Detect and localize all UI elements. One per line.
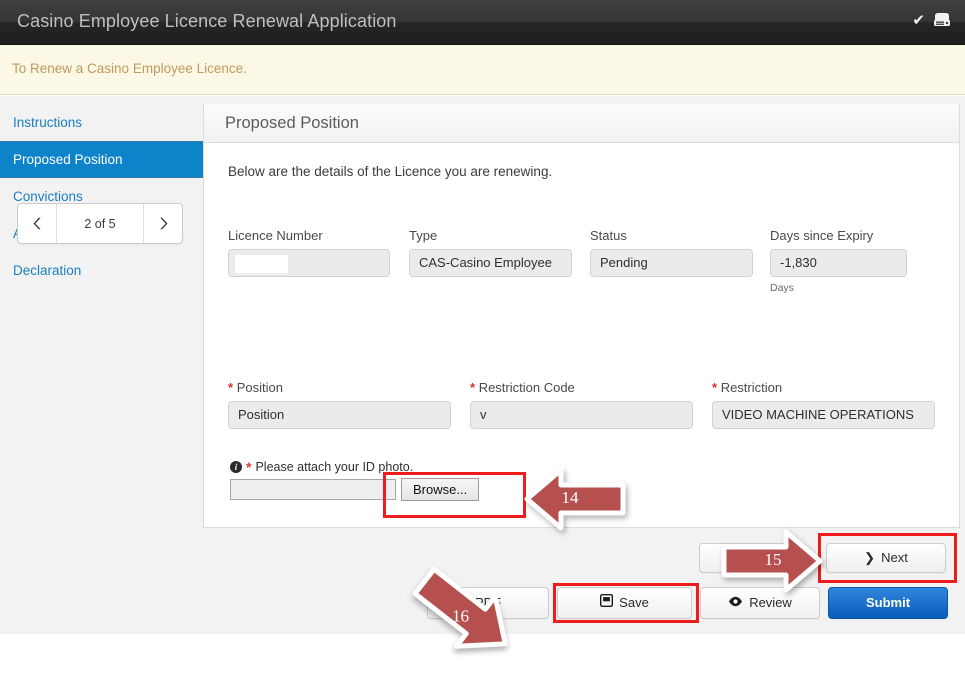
annotation-number-16: 16 (452, 606, 470, 626)
position-input[interactable]: Position (228, 401, 451, 429)
field-label-text: Restriction (720, 380, 783, 395)
field-help-text: Days (770, 282, 794, 294)
info-icon[interactable]: i (230, 461, 242, 473)
field-label-text: Position (236, 380, 283, 395)
field-restriction-code: * Restriction Code v (470, 380, 693, 429)
field-type: Type CAS-Casino Employee (409, 228, 572, 277)
required-marker: * (246, 459, 252, 475)
stepper-label: 2 of 5 (84, 216, 116, 231)
page-stepper: 2 of 5 (17, 203, 183, 244)
app-header: Casino Employee Licence Renewal Applicat… (0, 0, 965, 45)
field-label-text: Restriction Code (478, 380, 575, 395)
highlight-box-save (553, 583, 699, 623)
chevron-left-icon (33, 217, 41, 230)
required-marker: * (712, 380, 718, 395)
required-marker: * (470, 380, 476, 395)
sidebar-item-label: Proposed Position (13, 152, 123, 167)
restriction-code-input[interactable]: v (470, 401, 693, 429)
info-banner: To Renew a Casino Employee Licence. (0, 45, 965, 95)
sidebar-item-declaration[interactable]: Declaration (0, 252, 203, 289)
panel-title: Proposed Position (225, 114, 359, 132)
type-input[interactable]: CAS-Casino Employee (409, 249, 572, 277)
field-label: Licence Number (228, 228, 323, 243)
annotation-number-14: 14 (561, 488, 579, 507)
annotation-arrow-15: 15 (718, 528, 826, 594)
field-label: Type (409, 228, 438, 243)
restriction-input[interactable]: VIDEO MACHINE OPERATIONS (712, 401, 935, 429)
app-title: Casino Employee Licence Renewal Applicat… (17, 11, 397, 31)
licence-number-input[interactable] (228, 249, 390, 277)
field-status: Status Pending (590, 228, 753, 277)
sidebar-item-label: Instructions (13, 115, 83, 130)
check-icon[interactable]: ✔ (912, 13, 925, 28)
field-label: Days since Expiry (770, 228, 874, 243)
panel-header: Proposed Position (204, 104, 959, 143)
sidebar-item-label: Declaration (13, 263, 82, 278)
status-input[interactable]: Pending (590, 249, 753, 277)
sidebar-nav: Instructions Proposed Position Convictio… (0, 104, 203, 289)
sidebar-item-label: Convictions (13, 189, 83, 204)
stepper-prev-button[interactable] (18, 204, 57, 243)
panel-intro-text: Below are the details of the Licence you… (228, 164, 553, 179)
header-icon-group: ✔ (912, 12, 951, 28)
required-marker: * (228, 380, 234, 395)
sidebar-item-proposed-position[interactable]: Proposed Position (0, 141, 203, 178)
stepper-next-button[interactable] (143, 204, 182, 243)
field-label: * Restriction (712, 380, 935, 395)
field-label: Status (590, 228, 627, 243)
submit-button[interactable]: Submit (828, 587, 948, 619)
annotation-arrow-14: 14 (521, 466, 629, 532)
disk-icon[interactable] (933, 12, 951, 28)
highlight-box-next (818, 533, 957, 583)
field-position: * Position Position (228, 380, 451, 429)
sidebar-item-instructions[interactable]: Instructions (0, 104, 203, 141)
highlight-box-browse (383, 472, 526, 518)
info-banner-text: To Renew a Casino Employee Licence. (12, 61, 247, 76)
chevron-right-icon (159, 217, 167, 230)
annotation-number-15: 15 (764, 550, 782, 569)
field-licence-number: Licence Number (228, 228, 390, 277)
field-days-since-expiry: Days since Expiry -1,830 Days (770, 228, 907, 294)
field-restriction: * Restriction VIDEO MACHINE OPERATIONS (712, 380, 935, 429)
submit-button-label: Submit (865, 595, 911, 610)
days-since-expiry-input[interactable]: -1,830 (770, 249, 907, 277)
id-photo-file-input[interactable] (230, 479, 396, 500)
field-label: * Position (228, 380, 451, 395)
field-label: * Restriction Code (470, 380, 693, 395)
redaction-block (235, 255, 288, 273)
application-window: Casino Employee Licence Renewal Applicat… (0, 0, 965, 675)
